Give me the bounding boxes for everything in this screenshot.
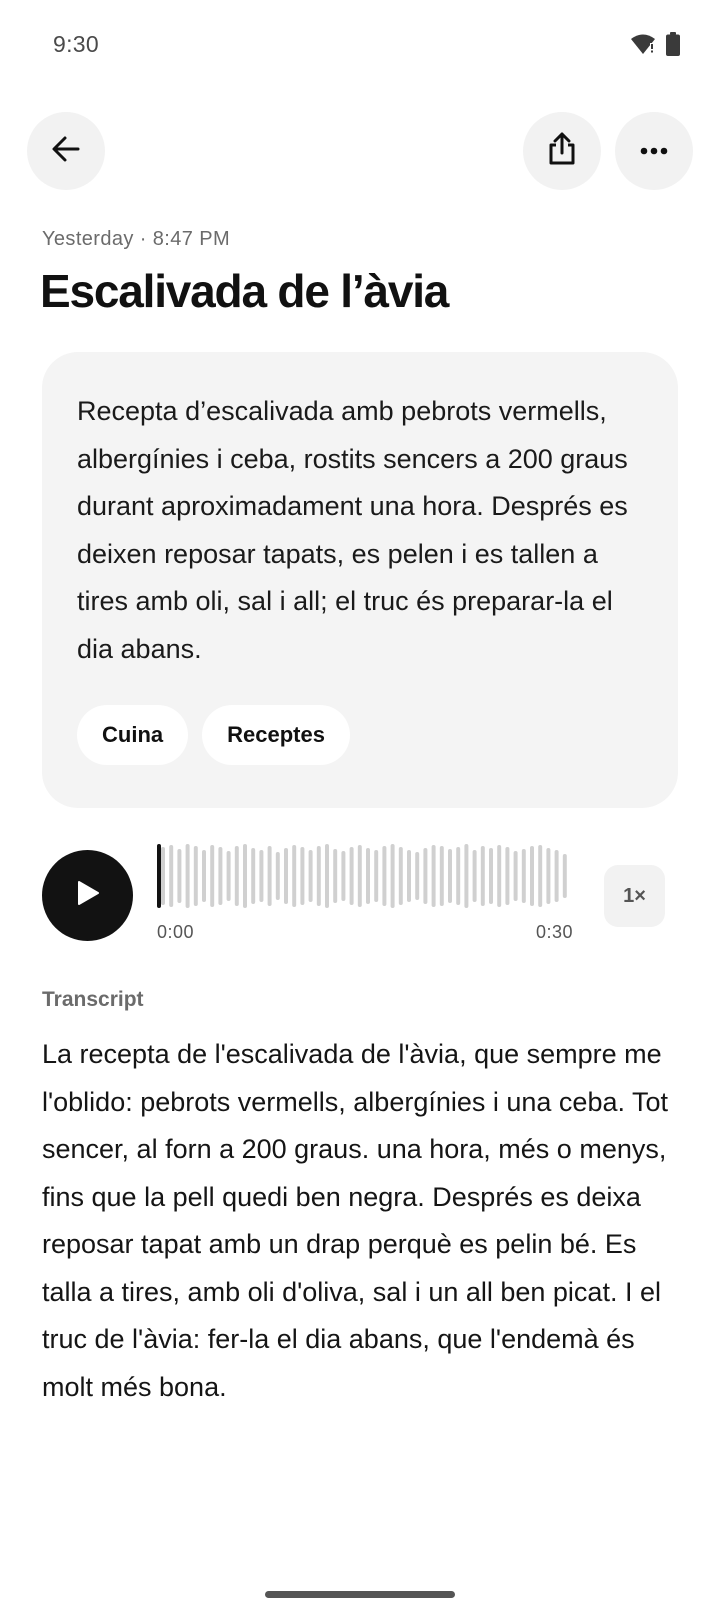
waveform-bar: [284, 848, 288, 904]
summary-text: Recepta d’escalivada amb pebrots vermell…: [77, 396, 628, 664]
waveform-bar: [292, 845, 297, 907]
play-icon: [76, 880, 100, 911]
waveform-bar: [210, 845, 215, 907]
waveform-bar: [538, 845, 543, 907]
tag-chip[interactable]: Cuina: [77, 705, 189, 765]
status-time: 9:30: [53, 31, 99, 57]
waveform-bar: [226, 851, 231, 901]
waveform-bar: [251, 848, 256, 904]
battery-icon: [666, 32, 680, 56]
waveform-bar: [562, 854, 567, 898]
transcript-heading: Transcript: [42, 988, 144, 1011]
waveform-bar: [366, 848, 370, 904]
transcript-text: La recepta de l'escalivada de l'àvia, qu…: [42, 1039, 669, 1402]
waveform-bar: [472, 850, 477, 902]
waveform-bar: [234, 846, 239, 906]
waveform-bar: [259, 850, 264, 902]
waveform-bar: [308, 850, 313, 902]
waveform-bar: [267, 846, 272, 906]
share-icon: [547, 132, 577, 171]
note-timestamp: Yesterday · 8:47 PM: [42, 228, 231, 250]
arrow-left-icon: [51, 135, 81, 168]
waveform-bar: [325, 844, 329, 908]
waveform-bar: [382, 846, 387, 906]
wifi-icon: [630, 33, 656, 55]
waveform-bar: [177, 849, 182, 903]
waveform-bar: [349, 847, 354, 905]
waveform-bar: [456, 847, 461, 905]
waveform-bar: [431, 845, 436, 907]
playhead[interactable]: [157, 844, 161, 908]
waveform-bar: [464, 844, 469, 908]
waveform-bar: [357, 845, 362, 907]
waveform-bar: [439, 846, 444, 906]
waveform-bar: [554, 850, 559, 902]
page-title: Escalivada de l’àvia: [40, 265, 449, 317]
audio-waveform[interactable]: [157, 842, 575, 910]
waveform-bar: [489, 848, 493, 904]
summary-card: Recepta d’escalivada amb pebrots vermell…: [42, 352, 678, 808]
waveform-bar: [407, 850, 411, 902]
waveform-bar: [530, 846, 534, 906]
home-indicator[interactable]: [265, 1591, 455, 1598]
waveform-bar: [398, 847, 403, 905]
waveform-bar: [448, 849, 452, 903]
waveform-bar: [169, 845, 174, 907]
waveform-bar: [202, 850, 206, 902]
waveform-bar: [374, 850, 379, 902]
share-button[interactable]: [523, 112, 601, 190]
more-options-button[interactable]: [615, 112, 693, 190]
waveform-bar: [521, 849, 526, 903]
waveform-bar: [300, 847, 305, 905]
waveform-bar: [243, 844, 247, 908]
tag-list: Cuina Receptes: [77, 705, 350, 765]
waveform-bar: [316, 846, 321, 906]
waveform-bar: [333, 849, 338, 903]
more-horizontal-icon: [640, 142, 668, 160]
waveform-bar: [497, 845, 502, 907]
tag-chip[interactable]: Receptes: [202, 705, 350, 765]
back-button[interactable]: [27, 112, 105, 190]
waveform-bar: [161, 847, 165, 905]
waveform-bar: [513, 851, 518, 901]
waveform-bar: [505, 847, 510, 905]
waveform-bar: [415, 852, 420, 900]
waveform-bar: [185, 844, 190, 908]
waveform-bar: [423, 848, 428, 904]
play-button[interactable]: [42, 850, 133, 941]
waveform-bar: [275, 852, 280, 900]
waveform-bar: [341, 851, 346, 901]
waveform-bar: [218, 847, 223, 905]
status-bar: 9:30: [0, 0, 720, 90]
current-time: 0:00: [157, 922, 195, 942]
duration: 0:30: [536, 922, 574, 942]
waveform-bar: [480, 846, 485, 906]
waveform-bar: [390, 844, 395, 908]
playback-speed-button[interactable]: 1×: [604, 865, 665, 927]
waveform-bar: [546, 848, 551, 904]
status-icons: [630, 32, 680, 56]
waveform-bar: [193, 846, 198, 906]
